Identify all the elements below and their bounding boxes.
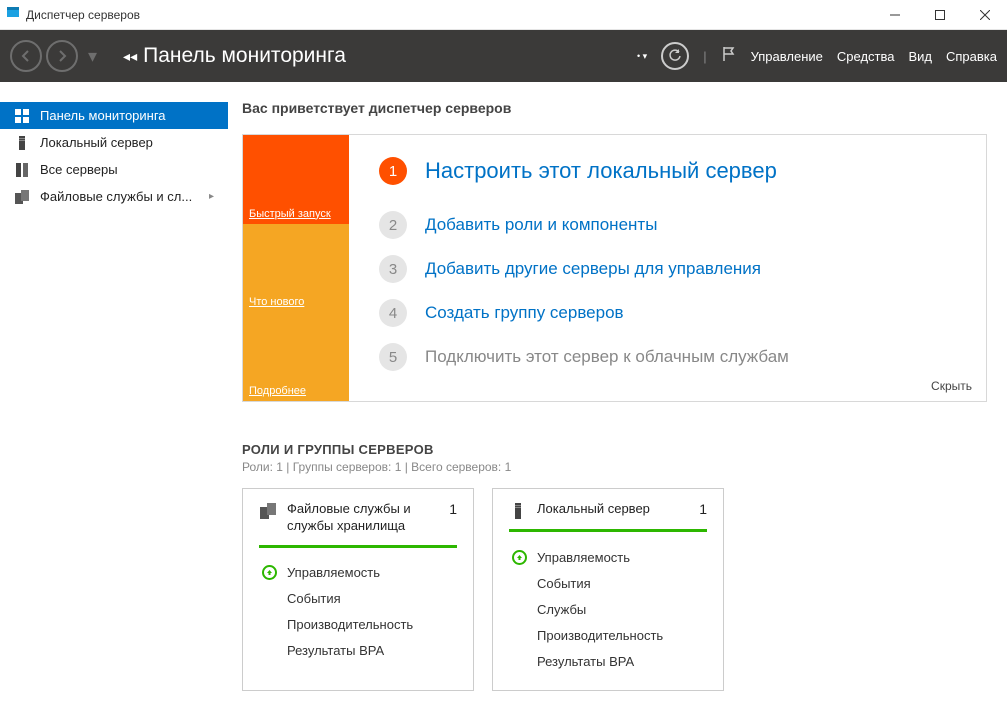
tile-row-performance[interactable]: Производительность bbox=[509, 622, 707, 648]
tile-title: Файловые службы и службы хранилища bbox=[287, 501, 439, 535]
window-controls bbox=[872, 0, 1007, 30]
main-content: Вас приветствует диспетчер серверов Быст… bbox=[228, 82, 1007, 728]
step-link: Создать группу серверов bbox=[425, 303, 624, 323]
welcome-heading: Вас приветствует диспетчер серверов bbox=[242, 100, 987, 116]
tile-row-manageability[interactable]: Управляемость bbox=[509, 544, 707, 570]
step-number: 4 bbox=[379, 299, 407, 327]
refresh-button[interactable] bbox=[661, 42, 689, 70]
tile-count: 1 bbox=[699, 501, 707, 517]
tile-title: Локальный сервер bbox=[537, 501, 689, 518]
step-number: 3 bbox=[379, 255, 407, 283]
tab-quick-start[interactable]: Быстрый запуск bbox=[243, 135, 349, 224]
minimize-button[interactable] bbox=[872, 0, 917, 30]
separator: | bbox=[703, 49, 706, 64]
menu-view[interactable]: Вид bbox=[908, 49, 932, 64]
close-button[interactable] bbox=[962, 0, 1007, 30]
chevron-right-icon: ▸ bbox=[209, 191, 214, 202]
server-icon bbox=[14, 136, 30, 150]
dashboard-icon bbox=[14, 109, 30, 123]
breadcrumb-arrows: ◂◂ bbox=[123, 48, 137, 65]
step-link: Добавить другие серверы для управления bbox=[425, 259, 761, 279]
step-number: 1 bbox=[379, 157, 407, 185]
app-icon bbox=[6, 5, 20, 24]
titlebar: Диспетчер серверов bbox=[0, 0, 1007, 30]
status-ok-icon bbox=[511, 549, 527, 565]
step-link: Подключить этот сервер к облачным служба… bbox=[425, 347, 789, 367]
tile-row-bpa[interactable]: Результаты BPA bbox=[509, 648, 707, 674]
breadcrumb: ◂◂ Панель мониторинга bbox=[123, 44, 346, 68]
step-link: Настроить этот локальный сервер bbox=[425, 158, 777, 184]
header-left: ▾ ◂◂ Панель мониторинга bbox=[10, 40, 346, 72]
tile-count: 1 bbox=[449, 501, 457, 517]
tile-row-label: Управляемость bbox=[537, 550, 630, 565]
file-services-icon bbox=[14, 190, 30, 204]
server-icon bbox=[509, 503, 527, 519]
tile-row-label: Результаты BPA bbox=[537, 654, 634, 669]
quickstart-step-4[interactable]: 4 Создать группу серверов bbox=[379, 299, 966, 327]
tile-row-label: Производительность bbox=[537, 628, 663, 643]
servers-icon bbox=[14, 163, 30, 177]
tab-whats-new[interactable]: Что нового bbox=[243, 224, 349, 313]
sidebar-item-label: Файловые службы и сл... bbox=[40, 189, 192, 204]
header-right: • ▾ | Управление Средства Вид Справка bbox=[637, 42, 997, 70]
nav-back-button[interactable] bbox=[10, 40, 42, 72]
tile-row-performance[interactable]: Производительность bbox=[259, 612, 457, 638]
quickstart-content: 1 Настроить этот локальный сервер 2 Доба… bbox=[349, 135, 986, 401]
tile-row-label: Производительность bbox=[287, 617, 413, 632]
flag-icon[interactable] bbox=[721, 46, 737, 67]
step-number: 2 bbox=[379, 211, 407, 239]
tile-row-bpa[interactable]: Результаты BPA bbox=[259, 638, 457, 664]
quickstart-step-2[interactable]: 2 Добавить роли и компоненты bbox=[379, 211, 966, 239]
tile-row-label: События bbox=[287, 591, 341, 606]
step-link: Добавить роли и компоненты bbox=[425, 215, 657, 235]
role-tiles: Файловые службы и службы хранилища 1 Упр… bbox=[242, 488, 987, 691]
sidebar-item-label: Все серверы bbox=[40, 162, 118, 177]
sidebar-item-label: Локальный сервер bbox=[40, 135, 153, 150]
layout: Панель мониторинга Локальный сервер Все … bbox=[0, 82, 1007, 728]
window-title: Диспетчер серверов bbox=[26, 8, 140, 22]
menu-tools[interactable]: Средства bbox=[837, 49, 895, 64]
tile-header: Файловые службы и службы хранилища 1 bbox=[259, 501, 457, 548]
quickstart-step-3[interactable]: 3 Добавить другие серверы для управления bbox=[379, 255, 966, 283]
tile-row-label: Управляемость bbox=[287, 565, 380, 580]
file-services-icon bbox=[259, 503, 277, 519]
sidebar-item-dashboard[interactable]: Панель мониторинга bbox=[0, 102, 228, 129]
header-toolbar: ▾ ◂◂ Панель мониторинга • ▾ | Управление… bbox=[0, 30, 1007, 82]
step-number: 5 bbox=[379, 343, 407, 371]
maximize-button[interactable] bbox=[917, 0, 962, 30]
quickstart-panel: Быстрый запуск Что нового Подробнее 1 На… bbox=[242, 134, 987, 402]
menu-help[interactable]: Справка bbox=[946, 49, 997, 64]
status-ok-icon bbox=[261, 565, 277, 581]
roles-section-subtitle: Роли: 1 | Группы серверов: 1 | Всего сер… bbox=[242, 460, 987, 474]
nav-forward-button[interactable] bbox=[46, 40, 78, 72]
quickstart-tabs: Быстрый запуск Что нового Подробнее bbox=[243, 135, 349, 401]
tile-row-label: События bbox=[537, 576, 591, 591]
tile-row-events[interactable]: События bbox=[509, 570, 707, 596]
titlebar-left: Диспетчер серверов bbox=[0, 5, 140, 24]
dropdown-caret-icon[interactable]: • ▾ bbox=[637, 51, 647, 62]
tile-local-server[interactable]: Локальный сервер 1 Управляемость События… bbox=[492, 488, 724, 691]
quickstart-step-1[interactable]: 1 Настроить этот локальный сервер bbox=[379, 157, 966, 185]
roles-section-title: РОЛИ И ГРУППЫ СЕРВЕРОВ bbox=[242, 442, 987, 457]
tile-row-manageability[interactable]: Управляемость bbox=[259, 560, 457, 586]
menu-manage[interactable]: Управление bbox=[751, 49, 823, 64]
sidebar-item-label: Панель мониторинга bbox=[40, 108, 166, 123]
sidebar: Панель мониторинга Локальный сервер Все … bbox=[0, 82, 228, 728]
quickstart-step-5[interactable]: 5 Подключить этот сервер к облачным служ… bbox=[379, 343, 966, 371]
tile-header: Локальный сервер 1 bbox=[509, 501, 707, 532]
nav-separator: ▾ bbox=[88, 46, 97, 67]
tab-learn-more[interactable]: Подробнее bbox=[243, 312, 349, 401]
sidebar-item-all-servers[interactable]: Все серверы bbox=[0, 156, 228, 183]
tile-row-label: Службы bbox=[537, 602, 586, 617]
tile-row-events[interactable]: События bbox=[259, 586, 457, 612]
tile-file-services[interactable]: Файловые службы и службы хранилища 1 Упр… bbox=[242, 488, 474, 691]
page-title: Панель мониторинга bbox=[143, 44, 346, 68]
sidebar-item-file-services[interactable]: Файловые службы и сл... ▸ bbox=[0, 183, 228, 210]
tile-row-services[interactable]: Службы bbox=[509, 596, 707, 622]
tile-row-label: Результаты BPA bbox=[287, 643, 384, 658]
hide-link[interactable]: Скрыть bbox=[931, 379, 972, 393]
sidebar-item-local-server[interactable]: Локальный сервер bbox=[0, 129, 228, 156]
